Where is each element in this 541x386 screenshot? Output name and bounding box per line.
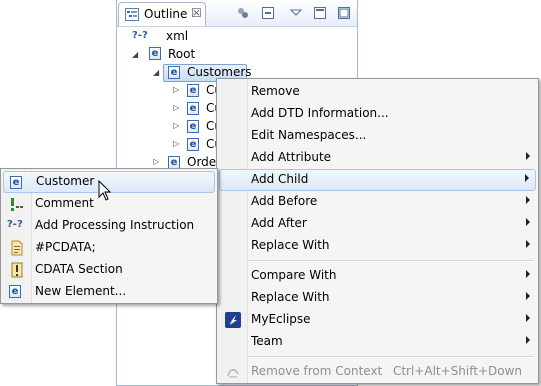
menu-item-add-dtd-information[interactable]: Add DTD Information... [219, 103, 536, 125]
submenu-arrow-icon [525, 174, 529, 182]
menu-item-accelerator: Ctrl+Alt+Shift+Down [392, 364, 522, 378]
element-icon: e [10, 176, 22, 189]
outline-tab[interactable]: Outline ☒ [118, 2, 206, 26]
element-icon: e [187, 120, 199, 133]
menu-item-label: New Element... [35, 284, 127, 298]
myeclipse-icon [225, 312, 241, 328]
menu-item-label: Remove [251, 84, 300, 98]
menu-item-add-after[interactable]: Add After [219, 213, 536, 235]
expanded-twisty-icon[interactable]: ◢ [132, 50, 141, 59]
tree-node-xml[interactable]: ?-? xml [132, 27, 222, 45]
close-icon[interactable]: ☒ [191, 6, 202, 20]
processing-instruction-icon: ?-? [132, 30, 148, 41]
submenu-arrow-icon [526, 218, 530, 226]
menu-item-label: Add Attribute [251, 150, 332, 164]
tree-node-label: Root [168, 47, 196, 61]
menu-item-label: Customer [36, 174, 95, 188]
menu-item-label: #PCDATA; [35, 240, 96, 254]
submenu-arrow-icon [526, 196, 530, 204]
menu-item-label: Add DTD Information... [251, 106, 389, 120]
submenu-arrow-icon [526, 240, 530, 248]
menu-item-replace-with-2[interactable]: Replace With [219, 287, 536, 309]
menu-separator [249, 356, 534, 358]
menu-item-remove-from-context[interactable]: Remove from Context Ctrl+Alt+Shift+Down [219, 361, 536, 383]
menu-item-label: Add Before [251, 194, 318, 208]
element-icon: e [187, 84, 199, 97]
menu-item-team[interactable]: Team [219, 331, 536, 353]
menu-item-label: Team [251, 334, 283, 348]
menu-separator [249, 260, 534, 262]
collapsed-twisty-icon[interactable]: ▷ [173, 103, 182, 112]
remove-context-icon [227, 369, 239, 378]
outline-tab-label: Outline [144, 7, 188, 21]
pcdata-icon [11, 240, 23, 256]
submenu-arrow-icon [526, 292, 530, 300]
menu-item-add-child[interactable]: Add Child [219, 169, 536, 191]
collapsed-twisty-icon[interactable]: ▷ [173, 85, 182, 94]
view-menu-icon[interactable] [289, 6, 303, 20]
outline-icon [125, 8, 139, 21]
tree-node-label: xml [166, 29, 189, 43]
element-icon: e [168, 66, 180, 79]
maximize-icon[interactable] [337, 6, 351, 20]
menu-item-remove[interactable]: Remove [219, 81, 536, 103]
submenu-item-cdata-section[interactable]: CDATA Section [3, 259, 215, 281]
menu-item-label: Add Child [251, 172, 309, 186]
submenu-arrow-icon [526, 314, 530, 322]
minimize-icon[interactable] [261, 6, 275, 20]
submenu-item-new-element[interactable]: e New Element... [3, 281, 215, 303]
menu-item-label: Compare With [251, 268, 337, 282]
comment-icon [11, 198, 23, 211]
mouse-cursor-icon [98, 180, 112, 201]
menu-item-label: Add After [251, 216, 307, 230]
menu-item-replace-with[interactable]: Replace With [219, 235, 536, 257]
minimize-view-icon[interactable] [313, 6, 327, 20]
collapse-all-icon[interactable] [236, 6, 250, 20]
menu-item-label: Replace With [251, 290, 330, 304]
submenu-arrow-icon [526, 152, 530, 160]
menu-item-label: Replace With [251, 238, 330, 252]
processing-instruction-icon: ?-? [7, 219, 23, 230]
collapsed-twisty-icon[interactable]: ▷ [173, 121, 182, 130]
submenu-item-add-processing-instruction[interactable]: ?-? Add Processing Instruction [3, 215, 215, 237]
menu-item-label: CDATA Section [35, 262, 123, 276]
submenu-arrow-icon [526, 336, 530, 344]
menu-item-label: Remove from Context [251, 364, 383, 378]
tree-node-root[interactable]: ◢ e Root [132, 45, 222, 63]
menu-item-myeclipse[interactable]: MyEclipse [219, 309, 536, 331]
element-icon: e [187, 138, 199, 151]
collapsed-twisty-icon[interactable]: ▷ [173, 139, 182, 148]
menu-item-label: Comment [35, 196, 94, 210]
menu-item-add-before[interactable]: Add Before [219, 191, 536, 213]
collapsed-twisty-icon[interactable]: ▷ [153, 157, 162, 166]
menu-item-label: Edit Namespaces... [251, 128, 367, 142]
submenu-arrow-icon [526, 270, 530, 278]
element-icon: e [149, 47, 161, 60]
submenu-item-pcdata[interactable]: #PCDATA; [3, 237, 215, 259]
element-icon: e [9, 285, 21, 298]
expanded-twisty-icon[interactable]: ◢ [153, 68, 162, 77]
view-toolbar: Outline ☒ [117, 0, 357, 27]
menu-item-compare-with[interactable]: Compare With [219, 265, 536, 287]
menu-item-edit-namespaces[interactable]: Edit Namespaces... [219, 125, 536, 147]
menu-item-label: Add Processing Instruction [35, 218, 195, 232]
context-menu: Remove Add DTD Information... Edit Names… [216, 78, 539, 384]
cdata-icon [11, 262, 23, 278]
element-icon: e [187, 102, 199, 115]
menu-item-label: MyEclipse [251, 312, 311, 326]
menu-item-add-attribute[interactable]: Add Attribute [219, 147, 536, 169]
